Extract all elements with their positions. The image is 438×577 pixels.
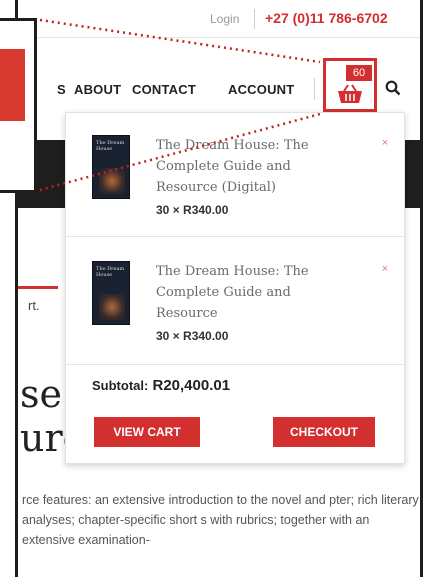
page-frame: Login +27 (0)11 786-6702 S ABOUT CONTACT… [15,0,423,577]
cart-count-badge: 60 [346,65,372,81]
item-quantity-price: 30 × R340.00 [156,329,229,343]
login-link[interactable]: Login [210,12,239,26]
nav-item-about[interactable]: ABOUT [74,82,121,97]
remove-item-icon[interactable]: × [379,263,391,275]
basket-icon [338,84,362,103]
product-title-link[interactable]: The Dream House: The Complete Guide and … [156,261,326,324]
item-quantity-price: 30 × R340.00 [156,203,229,217]
accent-rule [18,286,58,289]
checkout-button[interactable]: CHECKOUT [273,417,375,447]
nav-item-account[interactable]: ACCOUNT [228,82,294,97]
product-title-link[interactable]: The Dream House: The Complete Guide and … [156,135,326,198]
description-text: rce features: an extensive introduction … [22,493,419,547]
thumbnail-title: The Dream House [96,266,125,278]
thumbnail-title: The Dream House [96,140,125,152]
top-bar-divider [254,9,255,29]
zoom-callout-fill [0,49,25,121]
product-thumbnail[interactable]: The Dream House [92,261,130,325]
subtotal-label: Subtotal: [92,378,149,393]
search-icon[interactable] [385,80,401,96]
cart-subtotal: Subtotal: R20,400.01 [92,377,230,394]
cart-item: The Dream House The Dream House: The Com… [66,113,404,237]
breadcrumb-fragment: rt. [28,298,40,313]
top-bar: Login +27 (0)11 786-6702 [18,0,420,38]
remove-item-icon[interactable]: × [379,137,391,149]
nav-divider [314,78,315,100]
subtotal-value: R20,400.01 [152,377,231,394]
zoom-callout-box [0,18,37,193]
cart-item: The Dream House The Dream House: The Com… [66,241,404,365]
nav-item-truncated[interactable]: S [57,82,66,97]
mini-cart-dropdown: The Dream House The Dream House: The Com… [65,112,405,464]
cart-button[interactable]: 60 [323,58,377,112]
view-cart-button[interactable]: VIEW CART [94,417,200,447]
phone-number[interactable]: +27 (0)11 786-6702 [265,10,388,26]
product-thumbnail[interactable]: The Dream House [92,135,130,199]
nav-item-contact[interactable]: CONTACT [132,82,196,97]
